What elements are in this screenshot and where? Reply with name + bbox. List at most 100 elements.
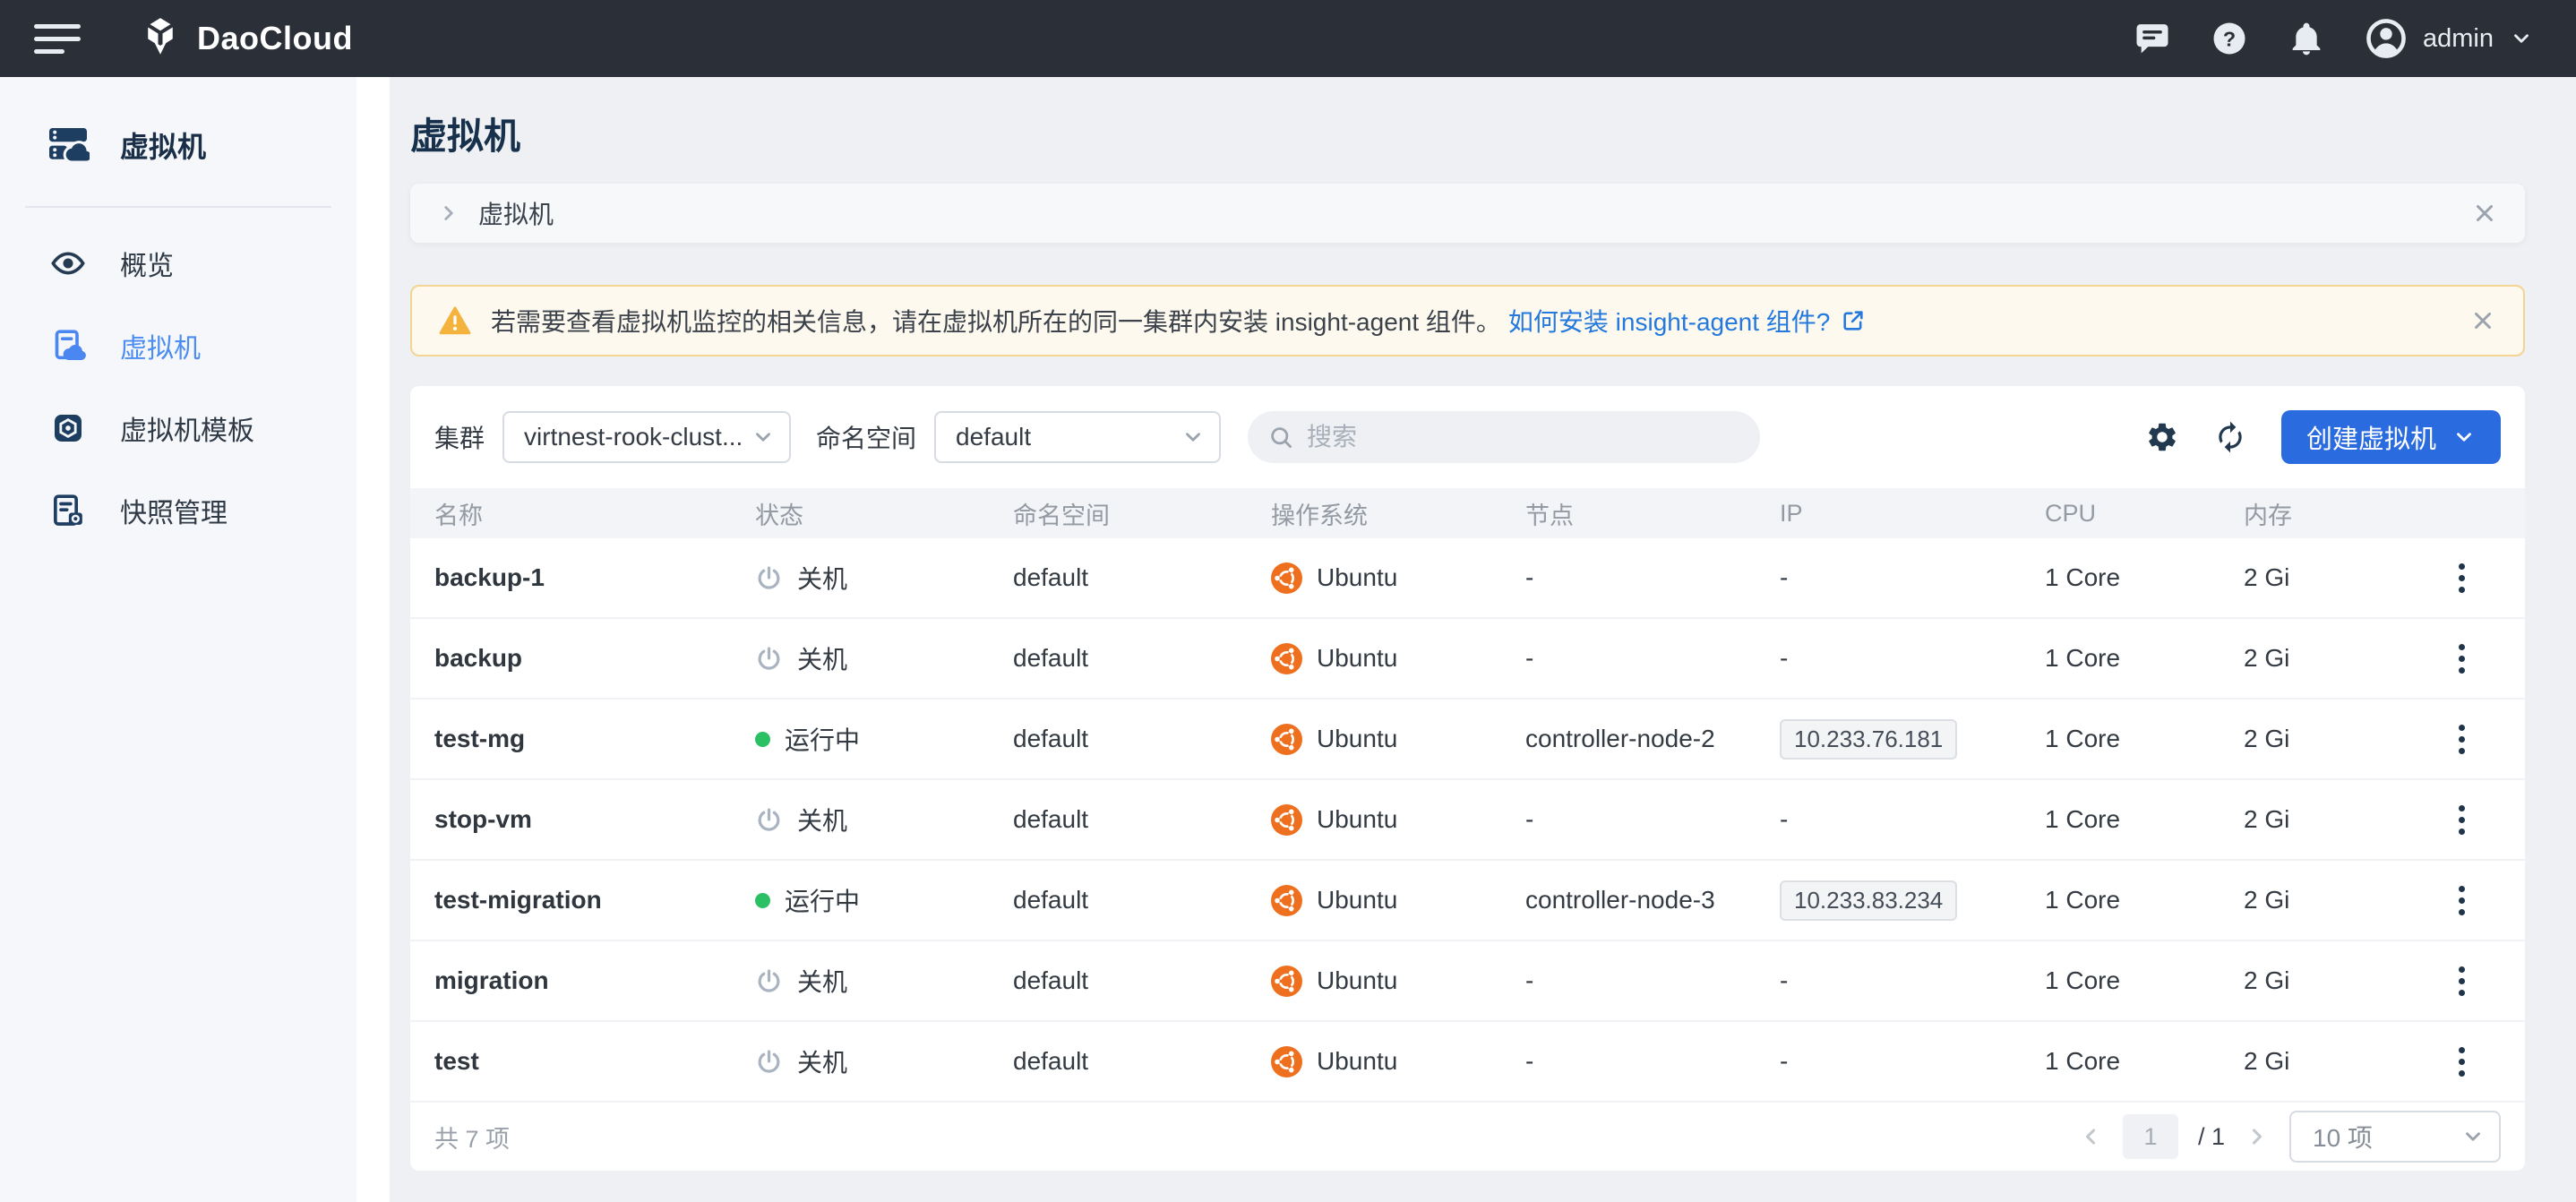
- running-dot-icon: [755, 732, 770, 747]
- total-count: 共 7 项: [434, 1120, 510, 1155]
- os-name: Ubuntu: [1317, 1047, 1397, 1076]
- sidebar-item-label: 虚拟机: [120, 326, 201, 365]
- create-vm-button[interactable]: 创建虚拟机: [2281, 410, 2501, 464]
- kebab-menu-icon[interactable]: [2453, 961, 2470, 1001]
- page-title: 虚拟机: [410, 116, 2525, 156]
- vm-status: 关机: [755, 963, 1013, 999]
- sidebar-title: 虚拟机: [120, 124, 206, 166]
- power-icon: [755, 967, 783, 995]
- external-link-icon[interactable]: [1841, 308, 1866, 333]
- vm-doc-cloud-icon: [50, 328, 86, 364]
- power-icon: [755, 1048, 783, 1076]
- table-row[interactable]: test 关机 default Ubuntu - - 1 Core: [410, 1022, 2525, 1103]
- vm-os: Ubuntu: [1271, 643, 1525, 674]
- chevron-right-icon[interactable]: [437, 202, 460, 225]
- brand-name: DaoCloud: [197, 20, 353, 57]
- vm-memory: 2 Gi: [2244, 563, 2412, 592]
- kebab-menu-icon[interactable]: [2453, 558, 2470, 598]
- vm-name[interactable]: stop-vm: [434, 805, 755, 834]
- vm-status: 运行中: [755, 882, 1013, 918]
- col-name: 名称: [434, 496, 755, 531]
- vm-name[interactable]: test-mg: [434, 725, 755, 753]
- sidebar-gutter: [356, 77, 390, 1202]
- sidebar-item-overview[interactable]: 概览: [0, 222, 356, 305]
- gear-icon[interactable]: [2145, 420, 2179, 454]
- svg-text:?: ?: [2223, 27, 2236, 50]
- vm-status: 关机: [755, 640, 1013, 676]
- vm-memory: 2 Gi: [2244, 966, 2412, 995]
- menu-icon[interactable]: [34, 24, 81, 54]
- table-body: backup-1 关机 default Ubuntu - - 1 Cor: [410, 538, 2525, 1103]
- ubuntu-icon: [1271, 885, 1302, 916]
- vm-node: controller-node-2: [1525, 725, 1780, 753]
- table-row[interactable]: migration 关机 default Ubuntu - - 1 Co: [410, 941, 2525, 1022]
- sidebar-module-header[interactable]: 虚拟机: [0, 102, 356, 188]
- table-row[interactable]: test-migration 运行中 default Ubuntu contro…: [410, 861, 2525, 941]
- refresh-icon[interactable]: [2213, 420, 2247, 454]
- username: admin: [2423, 24, 2494, 54]
- kebab-menu-icon[interactable]: [2453, 719, 2470, 760]
- kebab-menu-icon[interactable]: [2453, 880, 2470, 921]
- vm-name[interactable]: test-migration: [434, 886, 755, 914]
- vm-name[interactable]: migration: [434, 966, 755, 995]
- vm-cpu: 1 Core: [2045, 563, 2244, 592]
- power-icon: [755, 645, 783, 673]
- eye-icon: [50, 245, 86, 281]
- vm-name[interactable]: test: [434, 1047, 755, 1076]
- pagination: / 1 10 项: [2078, 1111, 2501, 1163]
- chevron-left-icon[interactable]: [2078, 1124, 2103, 1149]
- chevron-right-icon[interactable]: [2245, 1124, 2270, 1149]
- vm-os: Ubuntu: [1271, 966, 1525, 997]
- alert-close-icon[interactable]: [2469, 307, 2496, 334]
- breadcrumb-item[interactable]: 虚拟机: [478, 195, 554, 231]
- status-text: 关机: [797, 640, 847, 676]
- os-name: Ubuntu: [1317, 805, 1397, 834]
- user-menu[interactable]: admin: [2366, 18, 2533, 59]
- cluster-select[interactable]: virtnest-rook-clust...: [502, 411, 791, 463]
- vm-namespace: default: [1013, 644, 1271, 673]
- table-row[interactable]: backup-1 关机 default Ubuntu - - 1 Cor: [410, 538, 2525, 619]
- kebab-menu-icon[interactable]: [2453, 1042, 2470, 1082]
- alert-text: 若需要查看虚拟机监控的相关信息，请在虚拟机所在的同一集群内安装 insight-…: [491, 303, 1501, 339]
- close-icon[interactable]: [2471, 200, 2498, 227]
- vm-namespace: default: [1013, 966, 1271, 995]
- kebab-menu-icon[interactable]: [2453, 639, 2470, 679]
- namespace-label: 命名空间: [816, 419, 916, 455]
- table-row[interactable]: stop-vm 关机 default Ubuntu - - 1 Core: [410, 780, 2525, 861]
- kebab-menu-icon[interactable]: [2453, 800, 2470, 840]
- vm-module-icon: [47, 124, 90, 167]
- vm-cpu: 1 Core: [2045, 966, 2244, 995]
- table-row[interactable]: backup 关机 default Ubuntu - - 1 Core: [410, 619, 2525, 700]
- chat-icon[interactable]: [2134, 21, 2170, 56]
- brand-logo[interactable]: DaoCloud: [138, 16, 353, 61]
- vm-memory: 2 Gi: [2244, 725, 2412, 753]
- status-text: 运行中: [785, 721, 860, 757]
- bell-icon[interactable]: [2288, 21, 2324, 56]
- page-number-input[interactable]: [2123, 1114, 2178, 1159]
- vm-ip: -: [1780, 644, 2045, 673]
- sidebar-item-vms[interactable]: 虚拟机: [0, 305, 356, 387]
- content-area: 虚拟机 虚拟机 若需要查看虚拟机监控的相关信息，请在虚拟机所在的同一集群内安装 …: [390, 77, 2576, 1202]
- table-row[interactable]: test-mg 运行中 default Ubuntu controller-no…: [410, 700, 2525, 780]
- vm-node: -: [1525, 644, 1780, 673]
- vm-memory: 2 Gi: [2244, 644, 2412, 673]
- page-size-select[interactable]: 10 项: [2289, 1111, 2501, 1163]
- namespace-select[interactable]: default: [934, 411, 1221, 463]
- vm-ip: 10.233.83.234: [1780, 880, 2045, 921]
- vm-name[interactable]: backup-1: [434, 563, 755, 592]
- vm-namespace: default: [1013, 886, 1271, 914]
- vm-name[interactable]: backup: [434, 644, 755, 673]
- sidebar-item-vm-templates[interactable]: 虚拟机模板: [0, 387, 356, 469]
- install-guide-link[interactable]: 如何安装 insight-agent 组件?: [1508, 303, 1830, 339]
- running-dot-icon: [755, 893, 770, 908]
- vm-os: Ubuntu: [1271, 885, 1525, 916]
- col-cpu: CPU: [2045, 500, 2244, 528]
- search-input[interactable]: [1307, 423, 1747, 451]
- search-box[interactable]: [1248, 411, 1760, 463]
- sidebar-item-snapshots[interactable]: 快照管理: [0, 469, 356, 552]
- os-name: Ubuntu: [1317, 644, 1397, 673]
- os-name: Ubuntu: [1317, 966, 1397, 995]
- vm-namespace: default: [1013, 1047, 1271, 1076]
- help-icon[interactable]: ?: [2211, 21, 2247, 56]
- page-total: / 1: [2198, 1123, 2225, 1151]
